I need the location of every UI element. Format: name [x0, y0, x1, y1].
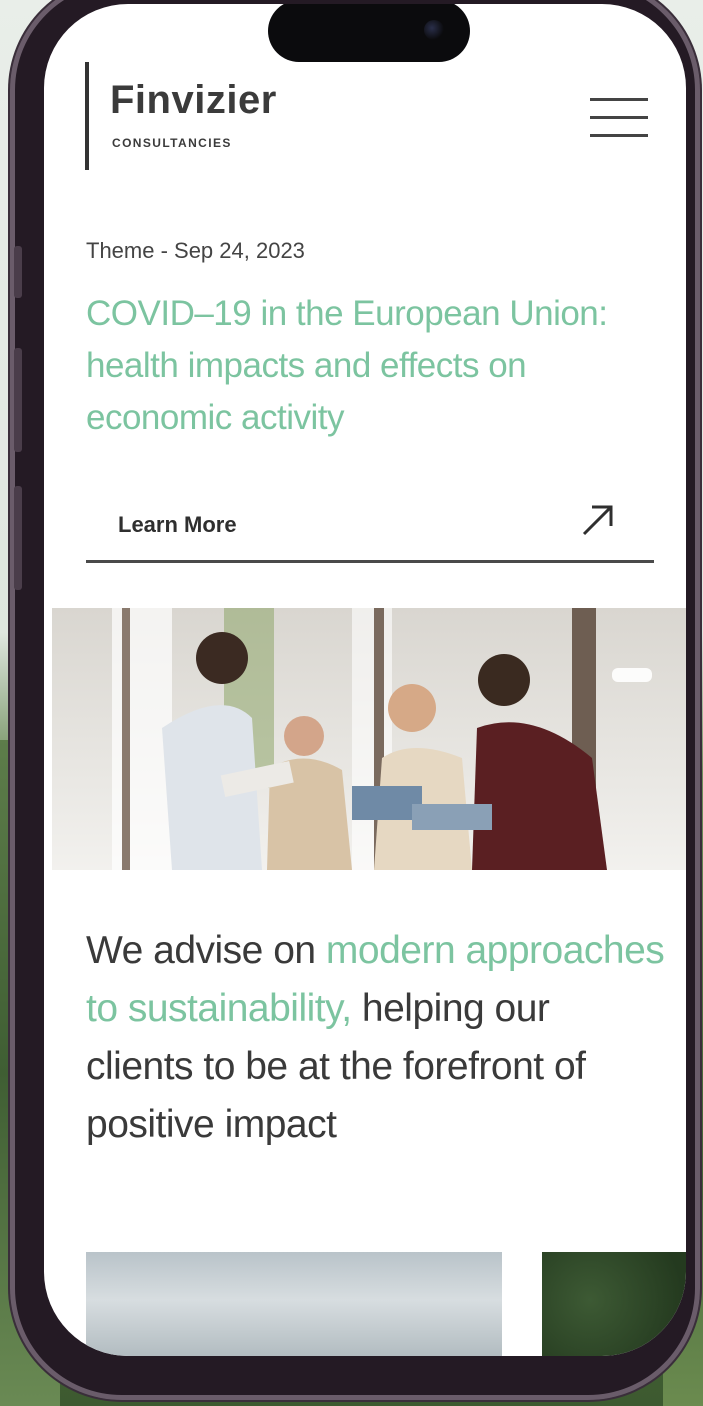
volume-up-button [14, 348, 22, 452]
article-headline[interactable]: COVID–19 in the European Union: health i… [86, 288, 666, 444]
menu-line [590, 134, 648, 137]
menu-line [590, 98, 648, 101]
phone-screen: Finvizier CONSULTANCIES Theme - Sep 24, … [44, 4, 686, 1356]
brand-accent-bar [85, 62, 89, 170]
mute-switch [14, 246, 22, 298]
hamburger-menu-icon[interactable] [590, 98, 650, 142]
volume-down-button [14, 486, 22, 590]
forest-thumbnail-image[interactable] [542, 1252, 686, 1356]
phone-frame: Finvizier CONSULTANCIES Theme - Sep 24, … [10, 0, 700, 1400]
statement-part1: We advise on [86, 929, 326, 972]
team-meeting-photo [52, 608, 686, 870]
front-camera [424, 20, 444, 40]
learn-more-link[interactable]: Learn More [86, 488, 654, 563]
menu-line [590, 116, 648, 119]
brand-logo-subtitle: CONSULTANCIES [112, 136, 232, 150]
dynamic-island [268, 4, 470, 62]
brand-logo-name[interactable]: Finvizier [110, 78, 277, 123]
learn-more-label: Learn More [118, 512, 237, 537]
article-meta: Theme - Sep 24, 2023 [86, 238, 305, 263]
sky-thumbnail-image[interactable] [86, 1252, 502, 1356]
arrow-up-right-icon [582, 505, 613, 536]
value-statement: We advise on modern approaches to sustai… [86, 922, 666, 1154]
